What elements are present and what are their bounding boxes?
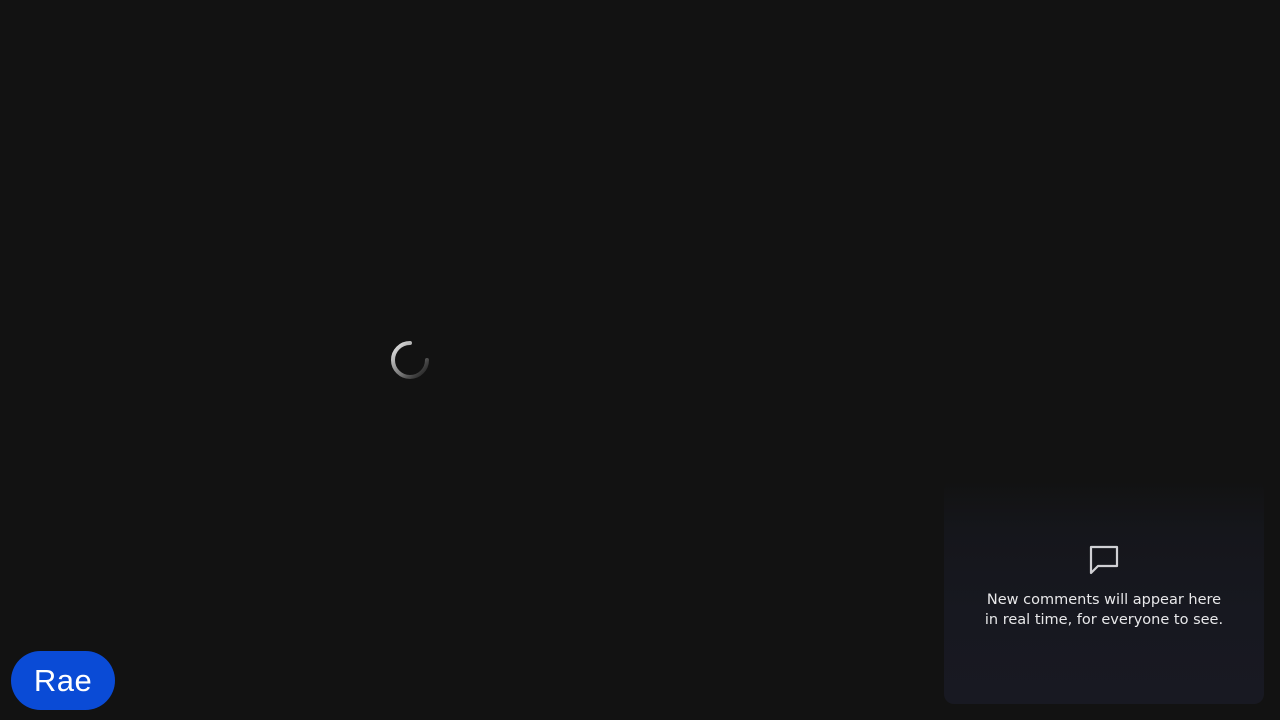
- loading-spinner-icon: [390, 340, 430, 380]
- comments-empty-line-2: in real time, for everyone to see.: [984, 612, 1224, 628]
- chat-bubble-icon: [1088, 543, 1120, 575]
- user-avatar-button[interactable]: Rae: [11, 651, 115, 710]
- stream-viewport: New comments will appear here in real ti…: [0, 0, 1280, 720]
- comments-empty-line-1: New comments will appear here: [986, 592, 1222, 608]
- comments-empty-message: New comments will appear here in real ti…: [944, 590, 1264, 630]
- live-comments-panel: New comments will appear here in real ti…: [944, 480, 1264, 704]
- user-name-label: Rae: [33, 662, 93, 698]
